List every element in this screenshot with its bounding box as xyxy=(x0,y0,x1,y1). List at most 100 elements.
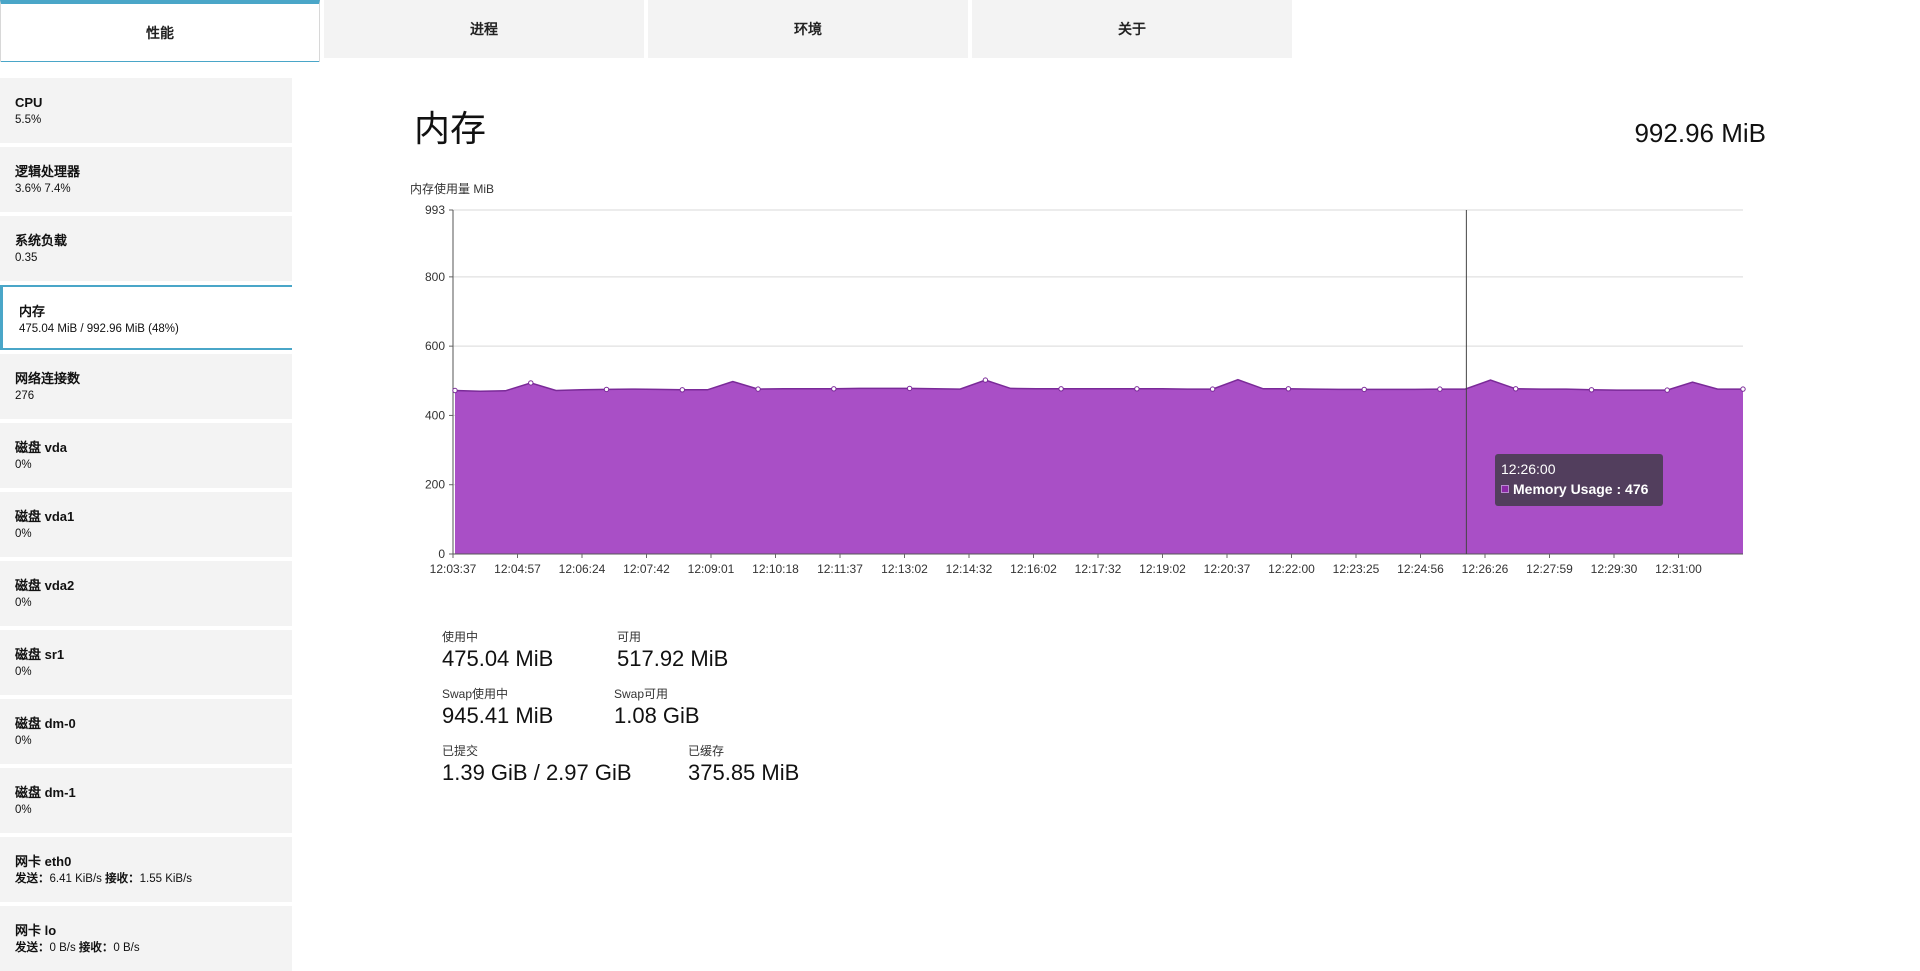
sidebar-item-value: 276 xyxy=(15,390,35,402)
data-point xyxy=(1437,386,1443,392)
sidebar-item-disk-vda1[interactable]: 磁盘 vda1 0% xyxy=(0,492,292,557)
stat-value: 375.85 MiB xyxy=(688,760,800,785)
sidebar-item-title: 磁盘 vda2 xyxy=(15,578,75,593)
sidebar-item-nic-lo[interactable]: 网卡 lo 发送：0 B/s 接收：0 B/s xyxy=(0,906,292,971)
send-rate: 0 B/s xyxy=(49,942,76,954)
x-tick-label: 12:29:30 xyxy=(1591,562,1638,576)
sidebar-item-value: 5.5% xyxy=(15,114,42,126)
sidebar-item-memory[interactable]: 内存 475.04 MiB / 992.96 MiB (48%) xyxy=(0,285,292,350)
x-tick-label: 12:04:57 xyxy=(494,562,541,576)
data-point xyxy=(831,386,837,392)
send-label: 发送： xyxy=(15,942,50,954)
data-point xyxy=(528,380,534,386)
recv-label: 接收： xyxy=(105,873,140,885)
stat-label: 已提交 xyxy=(442,744,479,758)
memory-usage-line xyxy=(454,378,1743,392)
tooltip-time: 12:26:00 xyxy=(1501,461,1556,477)
sidebar-item-title: 磁盘 dm-1 xyxy=(15,785,76,800)
sidebar-item-cpu[interactable]: CPU 5.5% xyxy=(0,78,292,143)
data-point xyxy=(1285,386,1292,392)
x-tick-label: 12:06:24 xyxy=(559,562,606,576)
x-tick-label: 12:03:37 xyxy=(430,562,477,576)
data-point xyxy=(906,385,913,392)
y-tick-label: 800 xyxy=(425,270,445,284)
stat-label: 可用 xyxy=(617,630,642,644)
memory-chart-svg: 内存使用量 MiB 0 200 400 600 800 993 12:03:37 12:04… xyxy=(410,181,1746,576)
sidebar-item-logical-processors[interactable]: 逻辑处理器 3.6% 7.4% xyxy=(0,147,292,212)
x-tick-label: 12:24:56 xyxy=(1397,562,1444,576)
data-point xyxy=(755,386,761,392)
stat-value: 475.04 MiB xyxy=(442,646,554,671)
sidebar-item-value: 0% xyxy=(15,804,32,816)
stat-swap-free: Swap可用 1.08 GiB xyxy=(614,686,700,730)
stat-available: 可用 517.92 MiB xyxy=(617,629,728,673)
x-tick-label: 12:22:00 xyxy=(1268,562,1315,576)
stat-label: 已缓存 xyxy=(688,744,725,758)
page-title: 内存 xyxy=(414,109,487,150)
sidebar-item-disk-sr1[interactable]: 磁盘 sr1 0% xyxy=(0,630,292,695)
x-tick-label: 12:07:42 xyxy=(623,562,670,576)
y-tick-label: 0 xyxy=(438,547,445,561)
stat-value: 1.08 GiB xyxy=(614,703,700,728)
sidebar-item-value: 0% xyxy=(15,459,32,471)
x-axis: 12:03:37 12:04:57 12:06:24 12:07:42 12:09:01… xyxy=(430,553,1743,576)
tab-processes[interactable]: 进程 xyxy=(324,0,644,58)
sidebar-item-disk-vda[interactable]: 磁盘 vda 0% xyxy=(0,423,292,488)
tab-about[interactable]: 关于 xyxy=(972,0,1292,58)
x-tick-label: 12:10:18 xyxy=(752,562,799,576)
data-point xyxy=(679,387,685,393)
data-point xyxy=(1361,386,1367,393)
tab-environment[interactable]: 环境 xyxy=(648,0,968,58)
sidebar-item-title: CPU xyxy=(15,95,43,110)
y-tick-label: 993 xyxy=(425,203,445,217)
sidebar-item-value: 475.04 MiB / 992.96 MiB (48%) xyxy=(19,323,179,335)
sidebar-item-value: 0% xyxy=(15,528,32,540)
data-point xyxy=(982,377,989,383)
y-tick-label: 600 xyxy=(425,339,445,353)
x-tick-label: 12:19:02 xyxy=(1139,562,1186,576)
stat-cached: 已缓存 375.85 MiB xyxy=(688,743,799,787)
x-tick-label: 12:17:32 xyxy=(1075,562,1122,576)
stat-committed: 已提交 1.39 GiB / 2.97 GiB xyxy=(442,743,632,787)
sidebar-item-network-connections[interactable]: 网络连接数 276 xyxy=(0,354,292,419)
stat-label: 使用中 xyxy=(442,630,479,644)
send-label: 发送： xyxy=(15,873,50,885)
sidebar-item-title: 网卡 eth0 xyxy=(15,854,72,869)
x-tick-label: 12:14:32 xyxy=(946,562,993,576)
memory-total: 992.96 MiB xyxy=(1634,118,1766,148)
tooltip-value: Memory Usage : 476 xyxy=(1501,478,1663,500)
tab-bar: 性能 进程 环境 关于 xyxy=(0,0,1300,62)
x-tick-label: 12:20:37 xyxy=(1204,562,1251,576)
sidebar-item-title: 系统负载 xyxy=(15,233,68,248)
sidebar-item-value: 0% xyxy=(15,735,32,747)
tab-performance[interactable]: 性能 xyxy=(0,0,320,62)
data-point xyxy=(1209,386,1216,392)
x-tick-label: 12:27:59 xyxy=(1526,562,1573,576)
sidebar-item-disk-vda2[interactable]: 磁盘 vda2 0% xyxy=(0,561,292,626)
sidebar-item-title: 磁盘 dm-0 xyxy=(15,716,76,731)
sidebar-item-value: 0.35 xyxy=(15,252,38,264)
memory-chart[interactable]: 内存使用量 MiB 0 200 400 600 800 993 12:03:37 12:04… xyxy=(405,178,1765,588)
data-point xyxy=(452,387,458,394)
data-point xyxy=(1588,387,1595,393)
sidebar-item-title: 磁盘 vda xyxy=(15,440,68,455)
y-tick-label: 200 xyxy=(425,478,445,492)
sidebar-item-disk-dm-1[interactable]: 磁盘 dm-1 0% xyxy=(0,768,292,833)
send-rate: 6.41 KiB/s xyxy=(49,873,102,885)
sidebar-item-title: 网卡 lo xyxy=(15,923,57,938)
stat-label: Swap使用中 xyxy=(442,687,509,701)
sidebar-item-value: 0% xyxy=(15,597,32,609)
stat-swap-used: Swap使用中 945.41 MiB xyxy=(442,686,553,730)
sidebar-item-nic-eth0[interactable]: 网卡 eth0 发送：6.41 KiB/s 接收：1.55 KiB/s xyxy=(0,837,292,902)
sidebar-item-disk-dm-0[interactable]: 磁盘 dm-0 0% xyxy=(0,699,292,764)
sidebar-item-title: 逻辑处理器 xyxy=(15,164,81,179)
stat-in-use: 使用中 475.04 MiB xyxy=(442,629,553,673)
sidebar-item-system-load[interactable]: 系统负载 0.35 xyxy=(0,216,292,281)
x-tick-label: 12:31:00 xyxy=(1655,562,1702,576)
data-point xyxy=(603,386,610,393)
y-tick-label: 400 xyxy=(425,408,445,422)
tab-label: 性能 xyxy=(146,25,174,41)
stat-value: 1.39 GiB / 2.97 GiB xyxy=(442,760,632,785)
stat-label: Swap可用 xyxy=(614,687,669,701)
y-axis: 0 200 400 600 800 993 xyxy=(425,203,454,561)
